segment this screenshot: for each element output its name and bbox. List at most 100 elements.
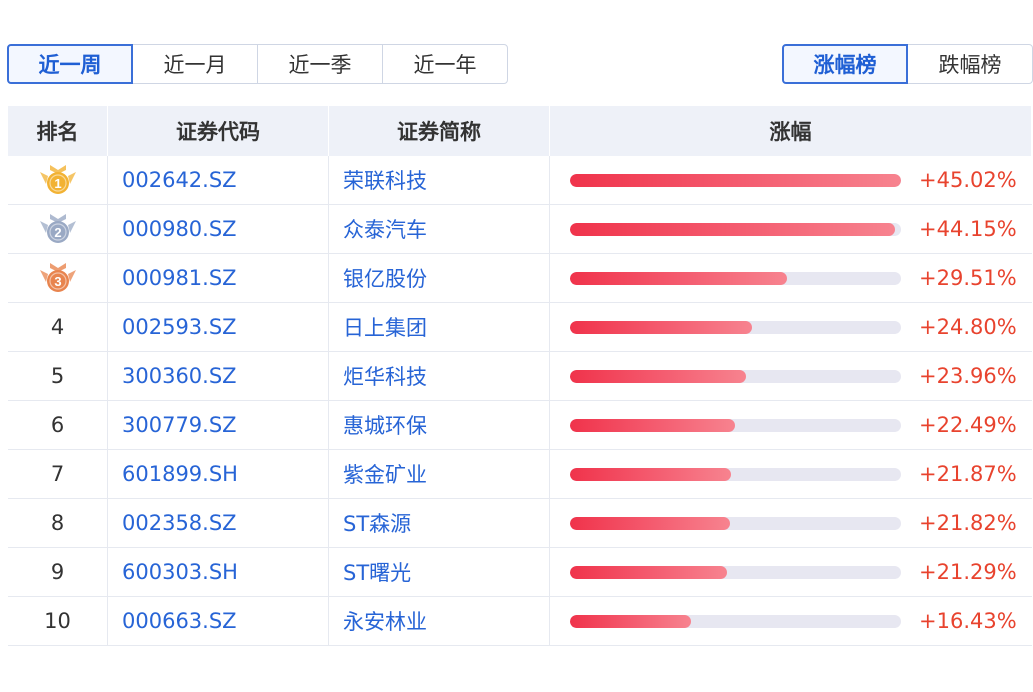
- gain-bar: [570, 418, 736, 432]
- table-row: 4 002593.SZ 日上集团 +24.80%: [8, 303, 1032, 352]
- gain-cell: +24.80%: [550, 303, 1032, 351]
- code-cell: 601899.SH: [108, 450, 329, 498]
- name-cell: 紫金矿业: [329, 450, 550, 498]
- name-cell: 永安林业: [329, 597, 550, 645]
- tab-year[interactable]: 近一年: [382, 44, 508, 84]
- security-code-link[interactable]: 002358.SZ: [122, 511, 237, 535]
- security-code-link[interactable]: 000663.SZ: [122, 609, 237, 633]
- rank-cell: 6: [8, 401, 108, 449]
- security-code-link[interactable]: 000981.SZ: [122, 266, 237, 290]
- rank-number: 10: [44, 609, 71, 633]
- gain-cell: +23.96%: [550, 352, 1032, 400]
- table-header: 排名 证券代码 证券简称 涨幅: [8, 106, 1032, 156]
- security-name-link[interactable]: ST曙光: [343, 557, 411, 587]
- name-cell: 荣联科技: [329, 156, 550, 204]
- gain-bar-track: [570, 222, 901, 236]
- gain-bar: [570, 320, 753, 334]
- security-code-link[interactable]: 000980.SZ: [122, 217, 237, 241]
- table-row: 1 002642.SZ 荣联科技 +45.02%: [8, 156, 1032, 205]
- rank-cell: 9: [8, 548, 108, 596]
- gain-percent: +16.43%: [919, 609, 1017, 633]
- security-name-link[interactable]: 永安林业: [343, 606, 427, 636]
- name-cell: 炬华科技: [329, 352, 550, 400]
- security-code-link[interactable]: 600303.SH: [122, 560, 238, 584]
- gain-cell: +21.29%: [550, 548, 1032, 596]
- gain-percent: +45.02%: [919, 168, 1017, 192]
- rank-number: 7: [50, 462, 65, 486]
- rank-number: 9: [50, 560, 65, 584]
- security-name-link[interactable]: 众泰汽车: [343, 214, 427, 244]
- gain-bar-track: [570, 320, 901, 334]
- table-row: 3 000981.SZ 银亿股份 +29.51%: [8, 254, 1032, 303]
- gain-bar: [570, 222, 895, 236]
- gain-cell: +21.87%: [550, 450, 1032, 498]
- header-gain: 涨幅: [550, 106, 1032, 156]
- gain-cell: +29.51%: [550, 254, 1032, 302]
- name-cell: 众泰汽车: [329, 205, 550, 253]
- table-body: 1 002642.SZ 荣联科技 +45.02% 2 000980.SZ 众泰汽车 +44.1…: [8, 156, 1032, 646]
- name-cell: 银亿股份: [329, 254, 550, 302]
- gain-percent: +21.87%: [919, 462, 1017, 486]
- gain-bar-track: [570, 271, 901, 285]
- rank-number: 5: [50, 364, 65, 388]
- security-code-link[interactable]: 300360.SZ: [122, 364, 237, 388]
- gain-cell: +21.82%: [550, 499, 1032, 547]
- security-name-link[interactable]: 日上集团: [343, 312, 427, 342]
- security-name-link[interactable]: 炬华科技: [343, 361, 427, 391]
- svg-text:1: 1: [54, 176, 61, 191]
- rank-cell: 4: [8, 303, 108, 351]
- gain-percent: +29.51%: [919, 266, 1017, 290]
- code-cell: 002593.SZ: [108, 303, 329, 351]
- rank-type-tabs: 涨幅榜 跌幅榜: [782, 44, 1033, 84]
- rank-cell: 8: [8, 499, 108, 547]
- tab-gainers[interactable]: 涨幅榜: [782, 44, 908, 84]
- tab-week[interactable]: 近一周: [7, 44, 133, 84]
- rank-number: 8: [50, 511, 65, 535]
- table-row: 9 600303.SH ST曙光 +21.29%: [8, 548, 1032, 597]
- svg-text:3: 3: [54, 274, 61, 289]
- tab-losers[interactable]: 跌幅榜: [907, 44, 1033, 84]
- gain-cell: +44.15%: [550, 205, 1032, 253]
- gain-cell: +16.43%: [550, 597, 1032, 645]
- name-cell: 日上集团: [329, 303, 550, 351]
- gain-bar-track: [570, 173, 901, 187]
- name-cell: 惠城环保: [329, 401, 550, 449]
- gain-cell: +45.02%: [550, 156, 1032, 204]
- security-name-link[interactable]: 银亿股份: [343, 263, 427, 293]
- name-cell: ST曙光: [329, 548, 550, 596]
- code-cell: 000980.SZ: [108, 205, 329, 253]
- tab-quarter[interactable]: 近一季: [257, 44, 383, 84]
- ranking-table: 排名 证券代码 证券简称 涨幅 1 002642.SZ 荣联科技 +45.02% 2 00…: [8, 106, 1032, 646]
- gain-bar-track: [570, 565, 901, 579]
- code-cell: 000981.SZ: [108, 254, 329, 302]
- gain-percent: +22.49%: [919, 413, 1017, 437]
- gain-bar-track: [570, 516, 901, 530]
- gain-bar-track: [570, 467, 901, 481]
- security-name-link[interactable]: 荣联科技: [343, 165, 427, 195]
- gain-bar-track: [570, 418, 901, 432]
- rank-number: 4: [50, 315, 65, 339]
- svg-text:2: 2: [54, 225, 61, 240]
- period-tabs: 近一周 近一月 近一季 近一年: [7, 44, 508, 84]
- gain-bar: [570, 369, 747, 383]
- bronze-medal-icon: 3: [39, 263, 76, 292]
- header-name: 证券简称: [329, 106, 550, 156]
- security-code-link[interactable]: 601899.SH: [122, 462, 238, 486]
- gain-percent: +21.29%: [919, 560, 1017, 584]
- table-row: 7 601899.SH 紫金矿业 +21.87%: [8, 450, 1032, 499]
- code-cell: 000663.SZ: [108, 597, 329, 645]
- security-name-link[interactable]: ST森源: [343, 508, 411, 538]
- security-name-link[interactable]: 紫金矿业: [343, 459, 427, 489]
- gain-cell: +22.49%: [550, 401, 1032, 449]
- security-code-link[interactable]: 300779.SZ: [122, 413, 237, 437]
- tab-month[interactable]: 近一月: [132, 44, 258, 84]
- header-rank: 排名: [8, 106, 108, 156]
- security-code-link[interactable]: 002593.SZ: [122, 315, 237, 339]
- security-name-link[interactable]: 惠城环保: [343, 410, 427, 440]
- gain-bar: [570, 467, 731, 481]
- security-code-link[interactable]: 002642.SZ: [122, 168, 237, 192]
- code-cell: 002642.SZ: [108, 156, 329, 204]
- gold-medal-icon: 1: [39, 165, 76, 194]
- rank-cell: 10: [8, 597, 108, 645]
- gain-bar: [570, 614, 691, 628]
